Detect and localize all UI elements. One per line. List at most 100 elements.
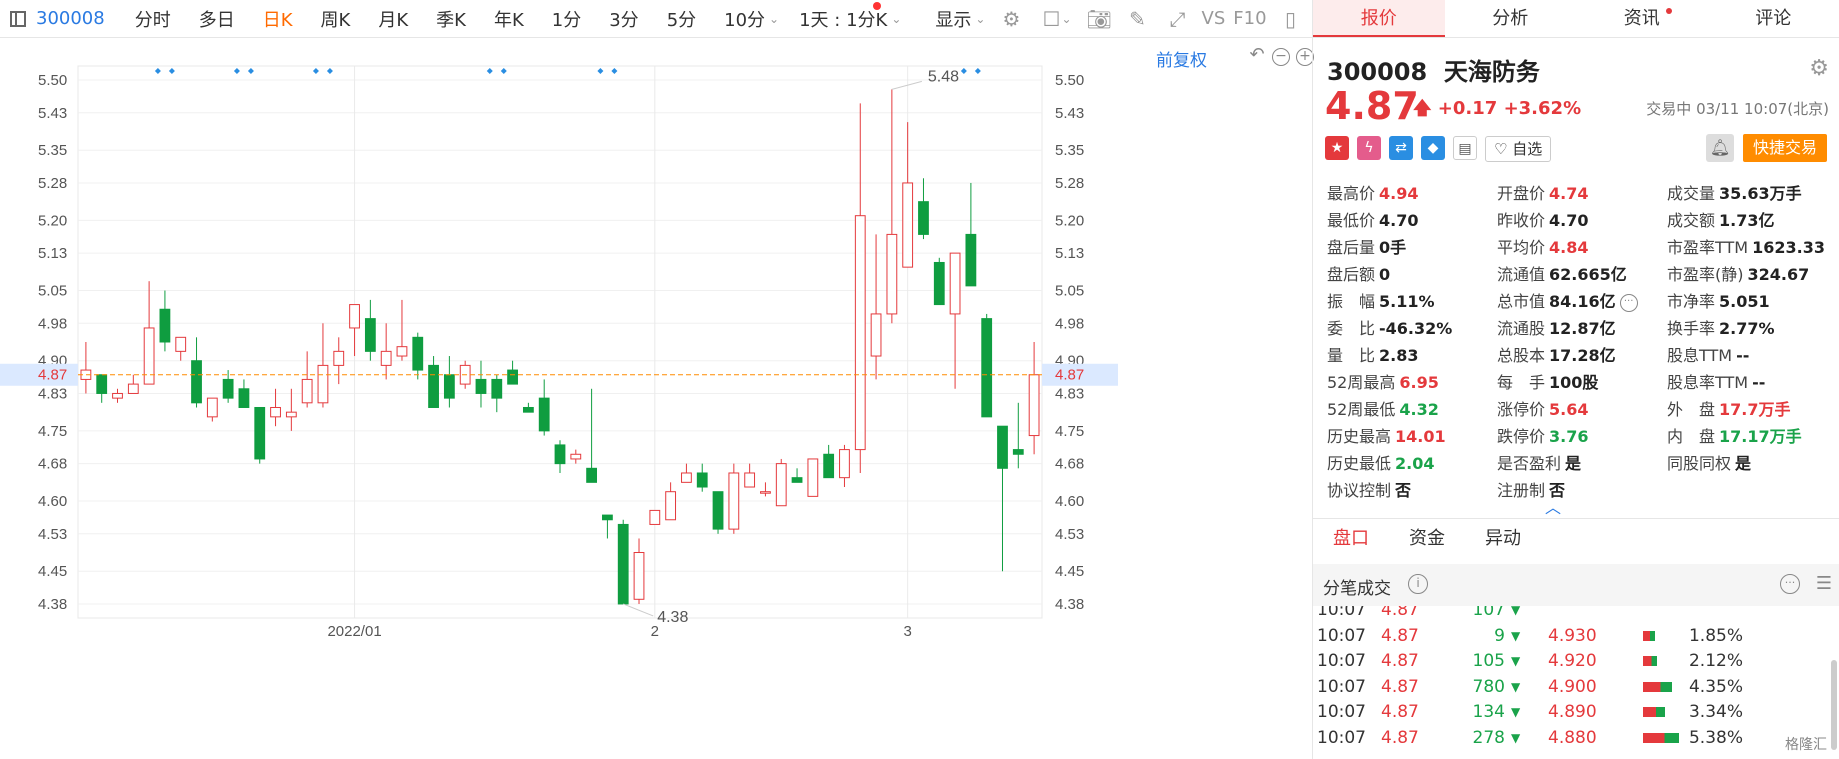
period-tab-duori[interactable]: 多日: [199, 6, 235, 32]
stat-label: 平均价: [1497, 238, 1546, 257]
china-flag-icon[interactable]: ★: [1325, 136, 1349, 160]
adjust-mode-button[interactable]: 前复权: [1156, 46, 1207, 71]
event-marker-icon: [960, 68, 967, 74]
tick-trades-list[interactable]: 10:07 4.87 107 ▼ 10:07 4.87 9 ▼ 4.930 1.85% 10:07 4…: [1313, 606, 1839, 759]
undo-icon[interactable]: ↶: [1248, 46, 1266, 66]
sell-arrow-icon: ▼: [1511, 705, 1521, 719]
trade-time: 10:07: [1317, 676, 1366, 697]
tab-alerts[interactable]: 异动: [1465, 519, 1541, 558]
kline-chart-area[interactable]: 5.50 5.50 5.43 5.43 5.35 5.35 5.28 5.28 5.20 5.20…: [0, 38, 1314, 759]
notes-icon[interactable]: ▤: [1453, 136, 1477, 160]
stock-code-link[interactable]: 300008: [36, 8, 105, 29]
candle-body: [127, 383, 139, 394]
sell-arrow-icon: ▼: [1511, 606, 1521, 617]
period-tab-10min[interactable]: 10分: [724, 6, 765, 32]
event-marker-icon: [154, 68, 161, 74]
stat-cell: 股息TTM --: [1667, 342, 1837, 369]
stat-cell: 同股同权是: [1667, 450, 1837, 477]
candle-body: [443, 374, 455, 399]
period-tab-monthly-k[interactable]: 月K: [378, 6, 408, 32]
candle-body: [475, 378, 487, 394]
stat-cell: 注册制否: [1497, 477, 1667, 504]
stat-cell: 股息率TTM --: [1667, 369, 1837, 396]
candle-body: [965, 233, 977, 287]
stat-cell: 成交额 1.73亿: [1667, 207, 1837, 234]
chevron-down-icon[interactable]: ⌄: [975, 12, 985, 26]
tag-icon[interactable]: ◆: [1421, 136, 1445, 160]
y-tick-left: 4.38: [38, 596, 67, 613]
chart-toolbar: 300008 分时 多日 日K 周K 月K 季K 年K 1分 3分 5分 10分…: [0, 0, 1312, 38]
candle-body: [522, 406, 534, 413]
tab-fund[interactable]: 资金: [1389, 519, 1465, 558]
sell-arrow-icon: ▼: [1511, 730, 1521, 745]
stat-value: 4.74: [1549, 184, 1589, 203]
collapse-chevron-icon[interactable]: ︿: [1545, 494, 1561, 518]
chevron-down-icon[interactable]: ⌄: [769, 12, 779, 26]
candle-body: [112, 392, 123, 399]
chevron-down-icon[interactable]: ⌄: [1061, 12, 1071, 26]
stat-cell: 换手率 2.77%: [1667, 315, 1837, 342]
candle-body: [285, 411, 297, 418]
info-icon[interactable]: i: [1408, 574, 1428, 594]
candle-body: [775, 463, 787, 507]
sidebar-toggle-icon[interactable]: [10, 10, 26, 27]
stat-cell: 成交量 35.63万手: [1667, 180, 1837, 207]
stat-label: 52周最高: [1327, 373, 1396, 392]
stat-cell: 昨收价 4.70: [1497, 207, 1667, 234]
tab-analysis[interactable]: 分析: [1445, 0, 1577, 37]
candle-body: [570, 453, 582, 460]
stat-value: 6.95: [1399, 373, 1439, 392]
stat-value: 2.04: [1395, 454, 1435, 473]
tab-comments[interactable]: 评论: [1708, 0, 1839, 37]
more-icon[interactable]: ···: [1619, 293, 1638, 312]
menu-icon[interactable]: ☰: [1816, 575, 1832, 593]
zoom-out-icon[interactable]: −: [1272, 48, 1290, 66]
tab-orderbook[interactable]: 盘口: [1313, 519, 1389, 558]
chevron-down-icon[interactable]: ⌄: [891, 12, 901, 26]
period-tab-daily-k[interactable]: 日K: [263, 6, 293, 32]
compare-button[interactable]: VS: [1202, 8, 1226, 29]
period-tab-weekly-k[interactable]: 周K: [321, 6, 351, 32]
f10-button[interactable]: F10: [1233, 8, 1266, 29]
gear-icon[interactable]: ⚙: [1809, 56, 1829, 81]
candle-body: [175, 336, 187, 352]
candle-body: [191, 360, 202, 404]
stats-row: 最高价 4.94 开盘价 4.74 成交量 35.63万手: [1327, 180, 1837, 207]
high-leader-line: [891, 80, 922, 90]
scrollbar[interactable]: [1831, 660, 1837, 750]
heart-icon: ♡: [1494, 140, 1508, 158]
watchlist-label: 自选: [1512, 140, 1543, 158]
add-watchlist-button[interactable]: ♡ 自选: [1485, 136, 1552, 162]
stat-value: 2.77%: [1719, 319, 1775, 338]
period-tab-1min[interactable]: 1分: [552, 6, 581, 32]
tab-news[interactable]: 资讯: [1576, 0, 1708, 37]
tab-quote[interactable]: 报价: [1313, 0, 1445, 37]
display-menu[interactable]: 显示: [935, 6, 971, 32]
checkbox-icon[interactable]: ☐: [1040, 8, 1062, 30]
lightning-icon[interactable]: ϟ: [1357, 136, 1381, 160]
shuffle-icon[interactable]: ⇄: [1389, 136, 1413, 160]
period-tab-3min[interactable]: 3分: [609, 6, 638, 32]
quick-trade-button[interactable]: 快捷交易: [1743, 134, 1827, 162]
stat-cell: 历史最低 2.04: [1327, 450, 1497, 477]
camera-icon[interactable]: 📷︎: [1087, 8, 1112, 30]
stat-cell: 市盈率TTM 1623.33: [1667, 234, 1837, 261]
level-volume-bar: [1643, 681, 1672, 692]
y-tick-right: 4.60: [1055, 493, 1084, 510]
stat-label: 盘后量: [1327, 238, 1376, 257]
gear-icon[interactable]: ⚙: [1000, 8, 1022, 30]
period-tab-fenshi[interactable]: 分时: [135, 6, 171, 32]
period-tab-quarterly-k[interactable]: 季K: [436, 6, 466, 32]
pencil-icon[interactable]: ✎: [1127, 8, 1149, 30]
fullscreen-icon[interactable]: ⤢: [1167, 8, 1189, 30]
period-tab-5min[interactable]: 5分: [667, 6, 696, 32]
stat-value: 4.70: [1549, 211, 1589, 230]
stat-label: 委 比: [1327, 319, 1376, 338]
kline-chart[interactable]: 5.50 5.50 5.43 5.43 5.35 5.35 5.28 5.28 5.20 5.20…: [0, 38, 1312, 759]
bell-icon[interactable]: 🔔︎: [1706, 134, 1734, 162]
more-icon[interactable]: ···: [1780, 574, 1800, 594]
trade-volume: 780: [1472, 676, 1505, 697]
period-tab-yearly-k[interactable]: 年K: [494, 6, 524, 32]
candle-body: [744, 472, 756, 488]
panel-toggle-icon[interactable]: ▯: [1280, 8, 1302, 30]
